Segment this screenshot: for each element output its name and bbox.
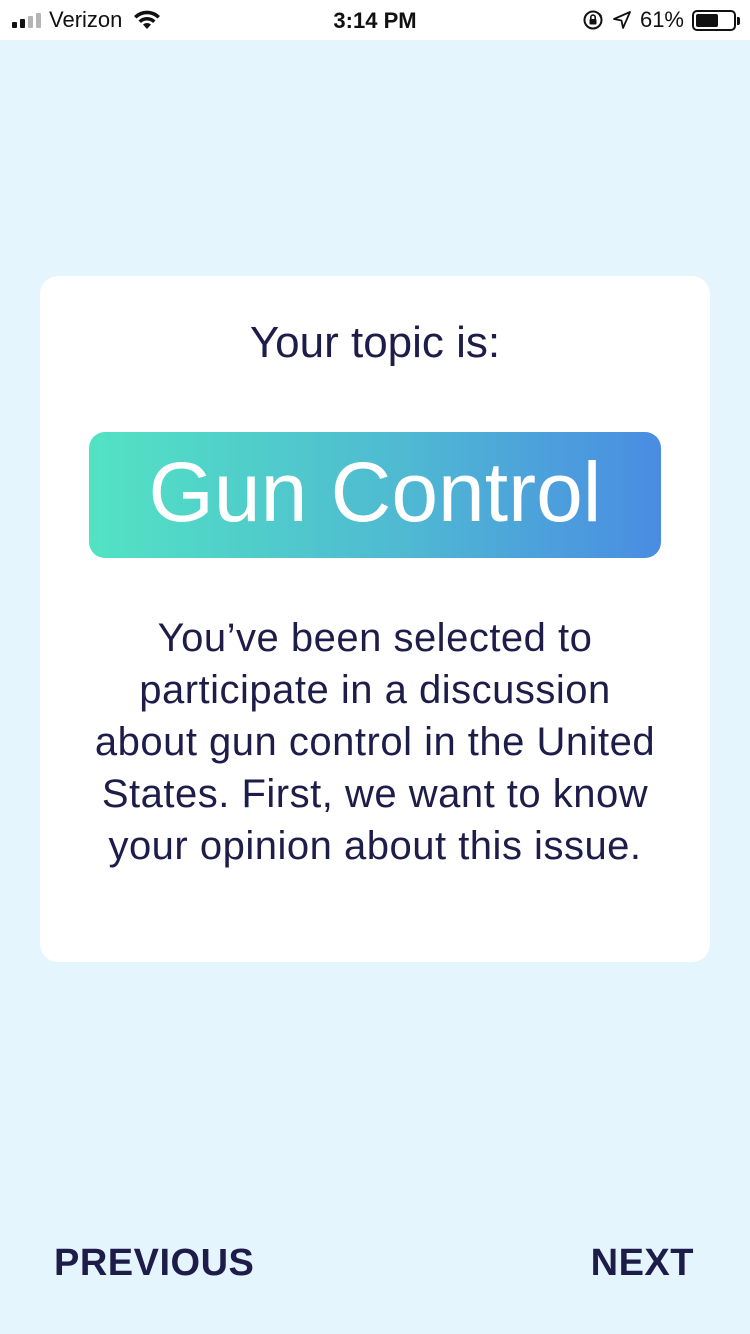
location-icon	[613, 11, 631, 29]
battery-cap	[737, 16, 740, 25]
card-heading: Your topic is:	[249, 318, 501, 367]
status-bar-right: 61%	[582, 0, 740, 40]
topic-title: Gun Control	[148, 444, 602, 539]
battery-percent: 61%	[639, 7, 684, 32]
next-button[interactable]: NEXT	[591, 1242, 694, 1285]
previous-button[interactable]: PREVIOUS	[54, 1242, 254, 1285]
topic-badge: Gun Control	[89, 432, 661, 558]
battery-icon	[692, 9, 740, 31]
status-bar: Verizon 3:14 PM 61%	[0, 0, 750, 40]
battery-level-fill	[696, 13, 718, 27]
topic-description: You’ve been selected to participate in a…	[94, 616, 656, 868]
rotation-lock-icon	[583, 10, 603, 30]
